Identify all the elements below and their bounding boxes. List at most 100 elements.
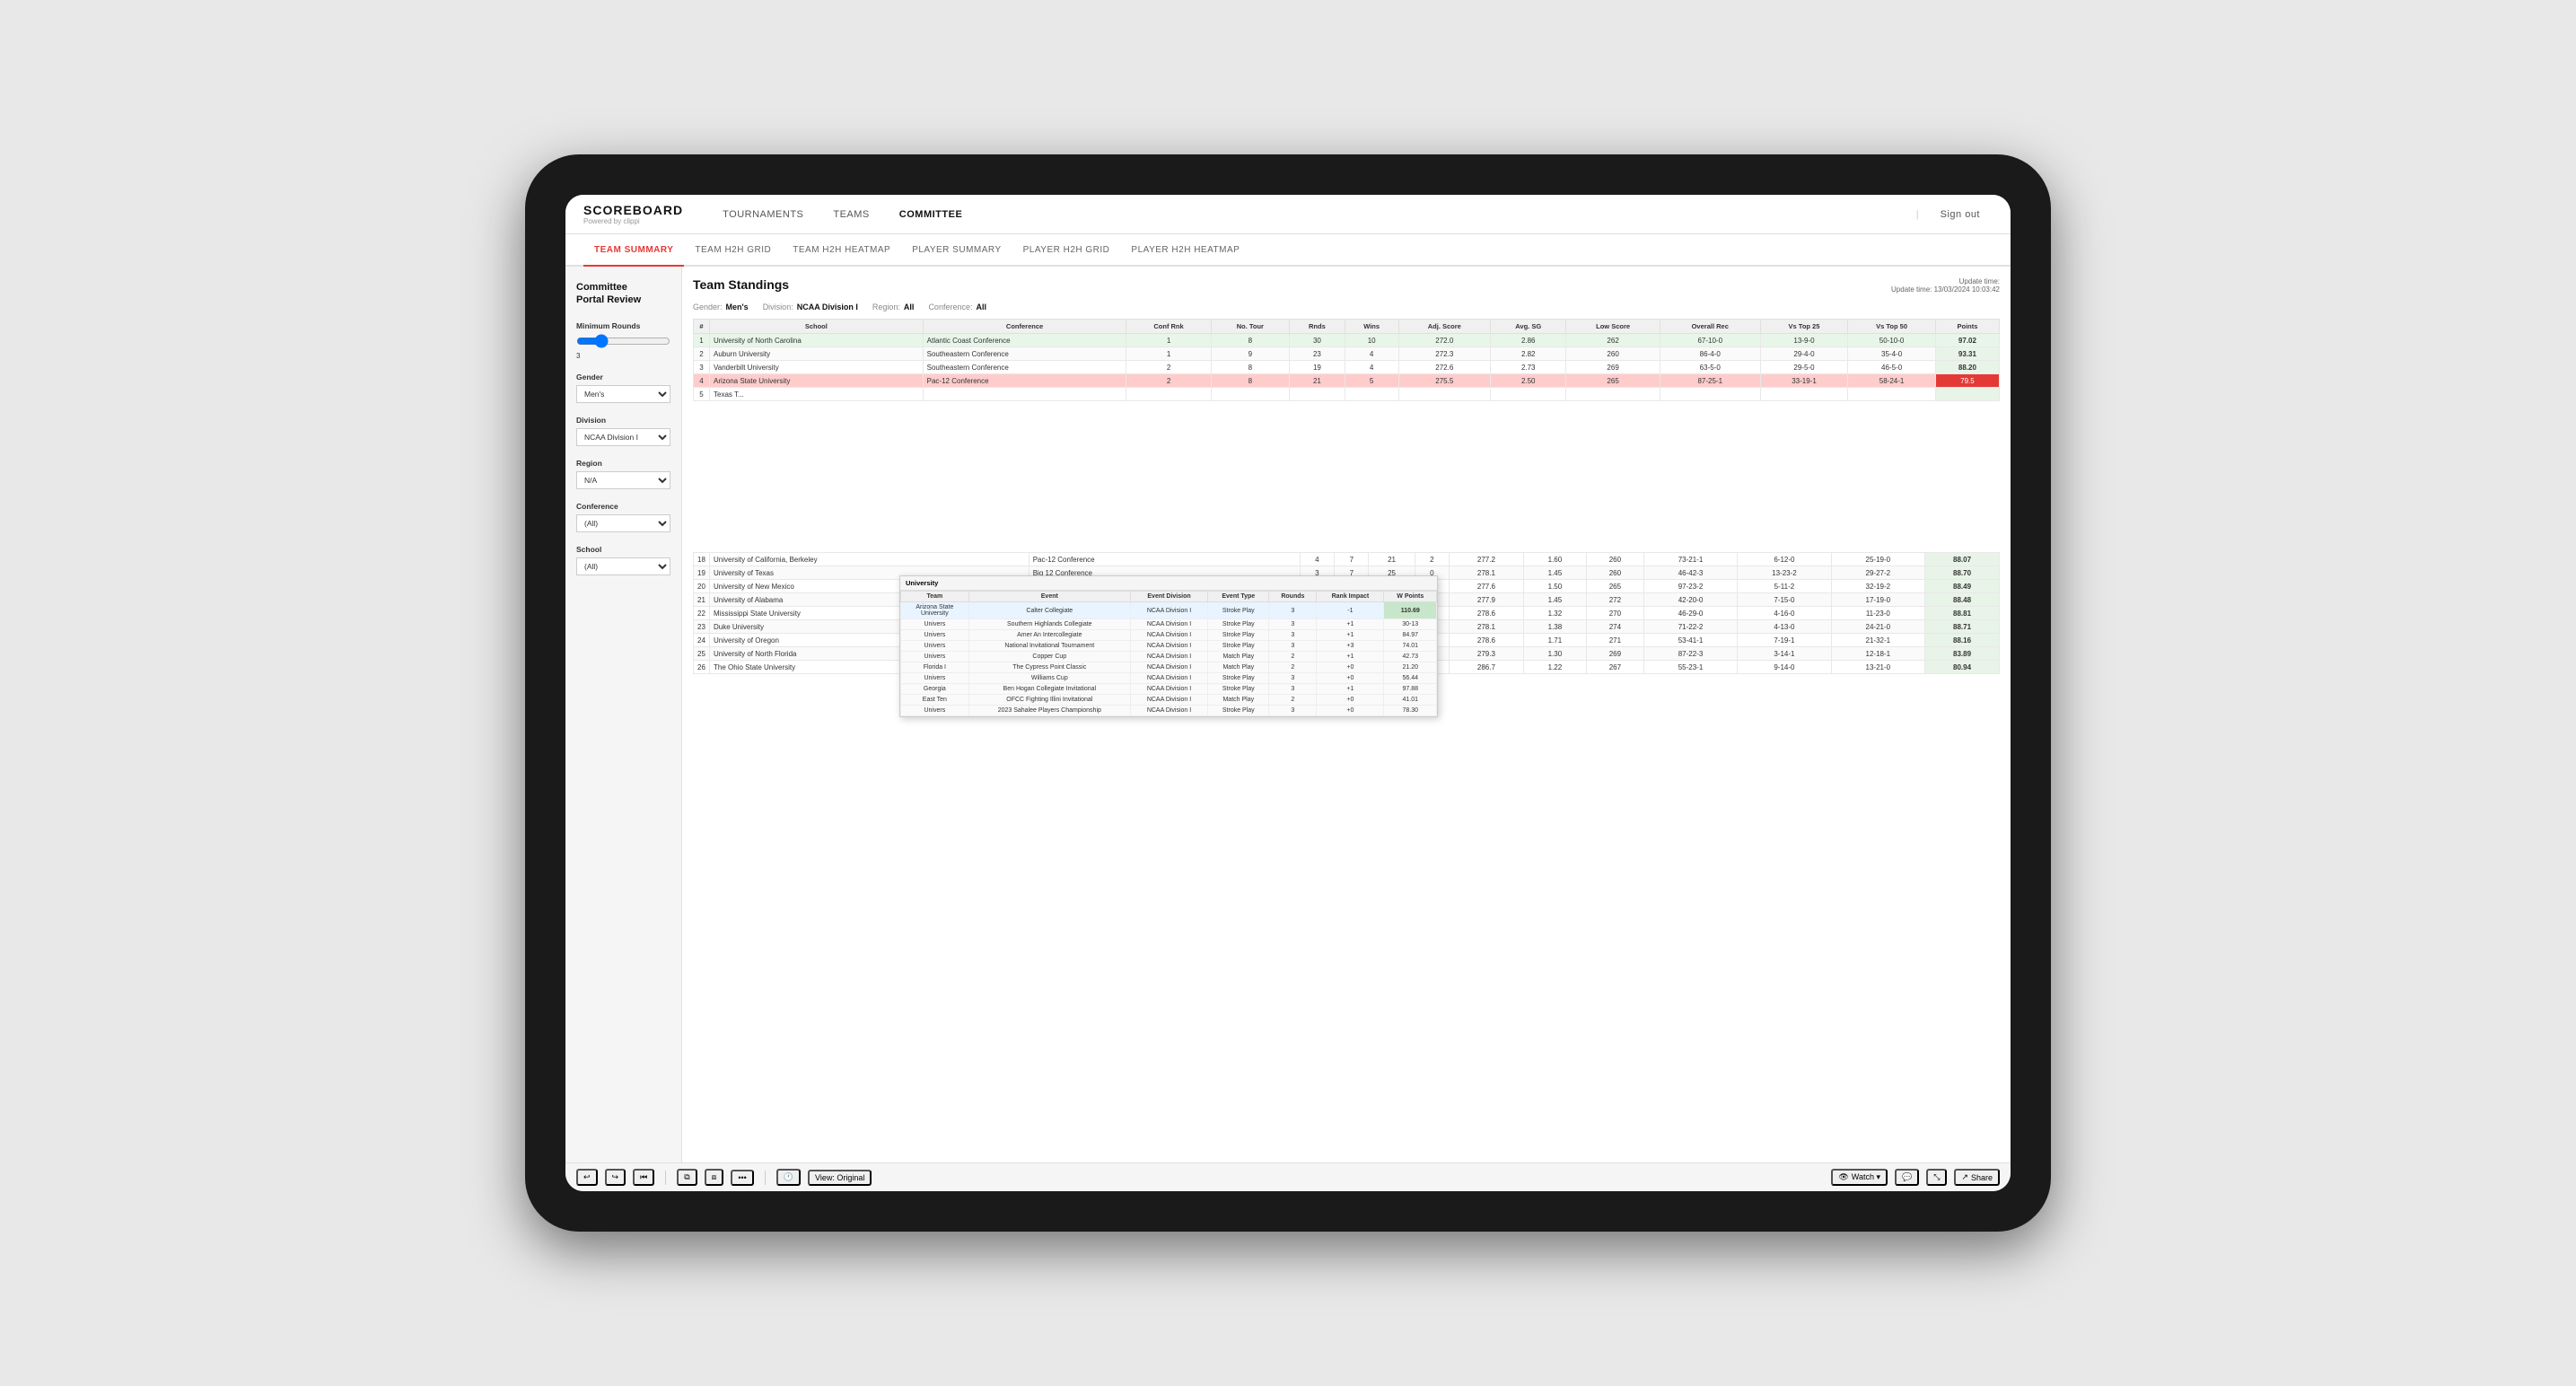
- sub-nav-team-h2h-heatmap[interactable]: TEAM H2H HEATMAP: [782, 234, 901, 267]
- tooltip-row: Georgia Ben Hogan Collegiate Invitationa…: [901, 684, 1437, 695]
- school-label: School: [576, 545, 670, 554]
- report-header: Team Standings Update time: Update time:…: [693, 277, 2000, 294]
- gender-section: Gender Men's Women's: [576, 373, 670, 403]
- th-school: School: [710, 320, 924, 334]
- min-rounds-label: Minimum Rounds: [576, 321, 670, 330]
- sub-nav-player-h2h-grid[interactable]: PLAYER H2H GRID: [1012, 234, 1121, 267]
- main-content: CommitteePortal Review Minimum Rounds 3 …: [565, 267, 2011, 1162]
- filter-division: Division: NCAA Division I: [763, 303, 858, 311]
- sidebar: CommitteePortal Review Minimum Rounds 3 …: [565, 267, 682, 1162]
- undo-button[interactable]: ↩: [576, 1169, 598, 1186]
- division-select[interactable]: NCAA Division I NCAA Division II NCAA Di…: [576, 428, 670, 446]
- th-overall: Overall Rec: [1660, 320, 1760, 334]
- table-row[interactable]: 5 Texas T...: [694, 388, 2000, 401]
- th-adj-score: Adj. Score: [1398, 320, 1491, 334]
- report-title: Team Standings: [693, 277, 789, 292]
- tooltip-table-inner: Team Event Event Division Event Type Rou…: [900, 591, 1437, 716]
- nav-right: | Sign out: [1916, 195, 1993, 234]
- tooltip-row: Univers Amer An Intercollegiate NCAA Div…: [901, 630, 1437, 641]
- skip-back-button[interactable]: ⏮: [633, 1169, 654, 1186]
- table-row[interactable]: 2 Auburn University Southeastern Confere…: [694, 347, 2000, 361]
- table-header-row: # School Conference Conf Rnk No. Tour Rn…: [694, 320, 2000, 334]
- table-row[interactable]: 1 University of North Carolina Atlantic …: [694, 334, 2000, 347]
- tooltip-row: Univers 2023 Sahalee Players Championshi…: [901, 706, 1437, 716]
- region-label: Region: [576, 459, 670, 468]
- more-button[interactable]: •••: [731, 1170, 753, 1186]
- th-tooltip-rank-impact: Rank Impact: [1317, 592, 1384, 602]
- th-tooltip-points: W Points: [1384, 592, 1437, 602]
- view-label: View: Original: [815, 1173, 864, 1182]
- th-tooltip-team: Team: [901, 592, 969, 602]
- th-tooltip-event: Event: [968, 592, 1130, 602]
- tooltip-row: Arizona StateUniversity Calter Collegiat…: [901, 602, 1437, 619]
- gender-select[interactable]: Men's Women's: [576, 385, 670, 403]
- conference-section: Conference (All) Atlantic Coast Conferen…: [576, 502, 670, 532]
- tooltip-header: University: [900, 576, 1437, 591]
- share-button[interactable]: ↗ Share: [1954, 1169, 2000, 1186]
- tooltip-row: Florida I The Cypress Point Classic NCAA…: [901, 662, 1437, 673]
- th-rank: #: [694, 320, 710, 334]
- filter-region: Region: All: [872, 303, 915, 311]
- tooltip-row: East Ten OFCC Fighting Illini Invitation…: [901, 695, 1437, 706]
- sign-out-link[interactable]: Sign out: [1928, 195, 1993, 234]
- nav-tournaments[interactable]: TOURNAMENTS: [710, 195, 816, 234]
- division-section: Division NCAA Division I NCAA Division I…: [576, 416, 670, 446]
- th-avg-sg: Avg. SG: [1491, 320, 1566, 334]
- view-original-button[interactable]: View: Original: [808, 1170, 872, 1186]
- nav-committee[interactable]: COMMITTEE: [887, 195, 976, 234]
- filter-gender: Gender: Men's: [693, 303, 749, 311]
- clock-button[interactable]: 🕐: [776, 1169, 801, 1186]
- tooltip-row: Univers Southern Highlands Collegiate NC…: [901, 619, 1437, 630]
- nav-teams[interactable]: TEAMS: [820, 195, 881, 234]
- school-select[interactable]: (All): [576, 557, 670, 575]
- tooltip-team-name: University: [906, 579, 938, 587]
- th-tours: No. Tour: [1211, 320, 1289, 334]
- table-row[interactable]: 18 University of California, Berkeley Pa…: [694, 553, 2000, 566]
- watch-button[interactable]: 👁 Watch ▾: [1831, 1169, 1888, 1186]
- min-rounds-slider[interactable]: [576, 334, 670, 348]
- expand-button[interactable]: ⤡: [1926, 1169, 1947, 1186]
- sub-nav: TEAM SUMMARY TEAM H2H GRID TEAM H2H HEAT…: [565, 234, 2011, 267]
- conference-select[interactable]: (All) Atlantic Coast Conference Big 12 C…: [576, 514, 670, 532]
- redo-button[interactable]: ↪: [605, 1169, 626, 1186]
- sub-nav-player-summary[interactable]: PLAYER SUMMARY: [901, 234, 1012, 267]
- th-vs25: Vs Top 25: [1760, 320, 1848, 334]
- filter-row: Gender: Men's Division: NCAA Division I …: [693, 303, 2000, 311]
- copy-button[interactable]: ⧉: [677, 1169, 697, 1186]
- paste-button[interactable]: ⧈: [705, 1169, 724, 1186]
- th-vs50: Vs Top 50: [1848, 320, 1936, 334]
- th-tooltip-division: Event Division: [1130, 592, 1207, 602]
- min-rounds-section: Minimum Rounds 3: [576, 321, 670, 360]
- school-section: School (All): [576, 545, 670, 575]
- table-row[interactable]: 3 Vanderbilt University Southeastern Con…: [694, 361, 2000, 374]
- logo-subtitle: Powered by clippi: [583, 217, 683, 225]
- gender-label: Gender: [576, 373, 670, 382]
- th-rnds: Rnds: [1290, 320, 1345, 334]
- comment-button[interactable]: 💬: [1895, 1169, 1919, 1186]
- th-low-score: Low Score: [1566, 320, 1660, 334]
- tablet-screen: SCOREBOARD Powered by clippi TOURNAMENTS…: [565, 195, 2011, 1191]
- region-section: Region N/A All: [576, 459, 670, 489]
- th-conf-rnk: Conf Rnk: [1126, 320, 1211, 334]
- sub-nav-team-summary[interactable]: TEAM SUMMARY: [583, 234, 684, 267]
- division-label: Division: [576, 416, 670, 425]
- sub-nav-team-h2h-grid[interactable]: TEAM H2H GRID: [684, 234, 782, 267]
- portal-title-section: CommitteePortal Review: [576, 281, 670, 307]
- tooltip-row: Univers Copper Cup NCAA Division I Match…: [901, 652, 1437, 662]
- tooltip-row: Univers Williams Cup NCAA Division I Str…: [901, 673, 1437, 684]
- th-wins: Wins: [1345, 320, 1398, 334]
- tooltip-col-headers: Team Event Event Division Event Type Rou…: [901, 592, 1437, 602]
- tablet-frame: SCOREBOARD Powered by clippi TOURNAMENTS…: [525, 154, 2051, 1232]
- bottom-toolbar: ↩ ↪ ⏮ ⧉ ⧈ ••• 🕐 View: Original 👁 Watch ▾…: [565, 1162, 2011, 1191]
- table-row-highlighted[interactable]: 4 Arizona State University Pac-12 Confer…: [694, 374, 2000, 388]
- sub-nav-player-h2h-heatmap[interactable]: PLAYER H2H HEATMAP: [1120, 234, 1250, 267]
- standings-table: # School Conference Conf Rnk No. Tour Rn…: [693, 319, 2000, 401]
- report-area: Team Standings Update time: Update time:…: [682, 267, 2011, 1162]
- tooltip-popup: University Team Event Event Division Eve…: [899, 575, 1438, 717]
- th-tooltip-type: Event Type: [1208, 592, 1269, 602]
- conference-label: Conference: [576, 502, 670, 511]
- region-select[interactable]: N/A All: [576, 471, 670, 489]
- logo-title: SCOREBOARD: [583, 203, 683, 217]
- update-time: Update time: Update time: 13/03/2024 10:…: [1891, 277, 2000, 294]
- top-nav: SCOREBOARD Powered by clippi TOURNAMENTS…: [565, 195, 2011, 234]
